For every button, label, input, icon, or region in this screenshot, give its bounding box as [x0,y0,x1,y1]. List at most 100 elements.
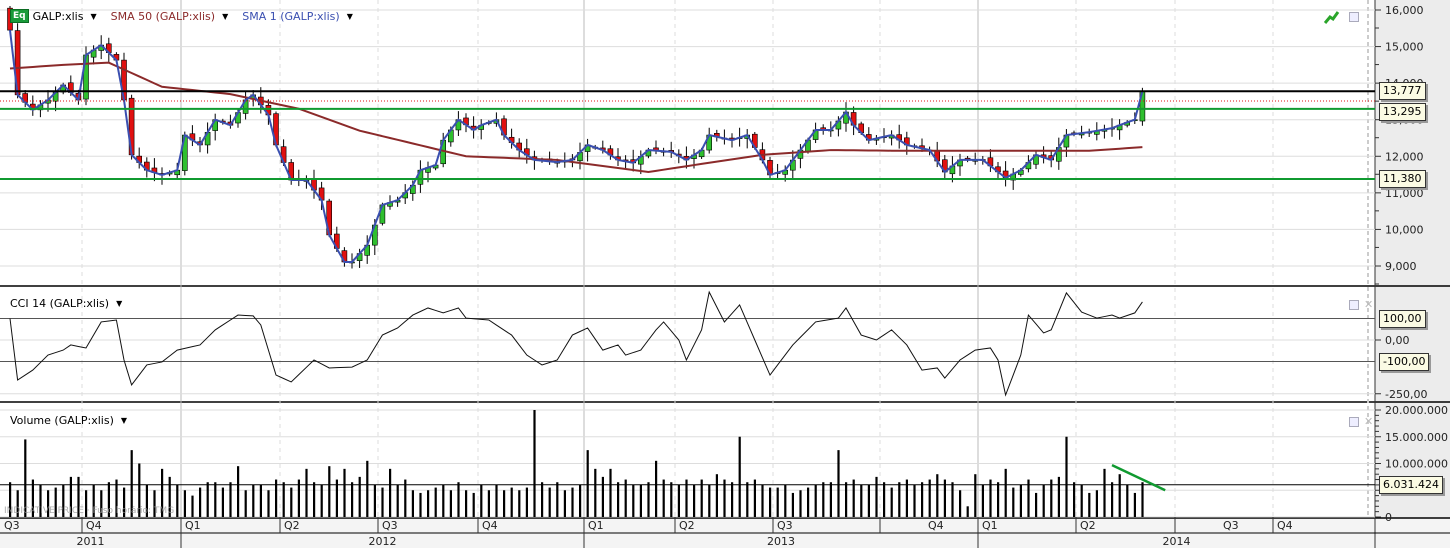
sma50-dropdown-icon[interactable]: ▼ [222,12,228,21]
maximize-volume-panel-button[interactable] [1349,417,1359,427]
volume-bar [1080,484,1083,517]
volume-bar [389,468,392,517]
cci-dropdown-icon[interactable]: ▼ [116,299,122,308]
quarter-label: Q3 [1223,519,1239,532]
close-cci-panel-icon[interactable]: ✕ [1364,299,1373,310]
sma1-line [9,29,1144,263]
volume-dropdown-icon[interactable]: ▼ [121,416,127,425]
price-tick-label: 12,000 [1385,150,1424,163]
quarter-label: Q3 [4,519,20,532]
volume-bar [647,482,650,517]
quarter-label: Q2 [1080,519,1096,532]
volume-bar [351,482,354,517]
volume-bar [1035,492,1038,517]
quarter-label: Q1 [185,519,201,532]
volume-bar [449,490,452,517]
close-volume-panel-icon[interactable]: ✕ [1364,416,1373,427]
volume-bar [845,482,848,517]
volume-tick-label: 20.000.000 [1385,404,1448,417]
volume-legend: Volume (GALP:xlis) ▼ [10,414,127,427]
volume-bar [237,466,240,517]
volume-bar [221,487,224,517]
stock-chart[interactable]: 9,00010,00011,00012,00013,00014,00015,00… [0,0,1450,548]
volume-bar [503,490,506,517]
volume-bar [191,495,194,517]
volume-bar [677,484,680,517]
volume-tick-label: 0 [1385,511,1392,524]
volume-bar [799,490,802,517]
volume-bar [807,487,810,517]
volume-bar [465,490,468,517]
cci-legend: CCI 14 (GALP:xlis) ▼ [10,297,122,310]
volume-bar [981,484,984,517]
volume-bar [814,484,817,517]
volume-bar [1057,476,1060,517]
volume-bar [305,468,308,517]
main-dropdown-icon[interactable]: ▼ [90,12,96,21]
volume-bar [556,482,559,517]
volume-bar [1019,484,1022,517]
volume-bar [419,492,422,517]
price-tick-label: 10,000 [1385,223,1424,236]
cci-tag-upper: 100,00 [1379,309,1426,328]
sma1-dropdown-icon[interactable]: ▼ [347,12,353,21]
volume-bar [176,484,179,517]
volume-bar [860,484,863,517]
volume-bar [533,410,536,517]
legend-volume[interactable]: Volume (GALP:xlis) [10,414,114,427]
volume-bar [267,490,270,517]
volume-bar [1141,482,1144,517]
volume-bar [457,482,460,517]
volume-bar [495,484,498,517]
trend-chart-icon[interactable] [1324,9,1340,25]
volume-bar [913,484,916,517]
cci-line [9,290,1143,397]
volume-bar [966,506,969,517]
volume-bar [1118,474,1121,517]
year-label: 2014 [1163,535,1191,548]
quarter-label: Q1 [982,519,998,532]
volume-bar [890,487,893,517]
volume-bar [366,460,369,517]
volume-bar [244,490,247,517]
legend-main-symbol[interactable]: GALP:xlis [33,10,84,23]
quarter-label: Q3 [777,519,793,532]
quarter-label: Q2 [284,519,300,532]
volume-bar [883,482,886,517]
price-legend: Eq GALP:xlis ▼ SMA 50 (GALP:xlis) ▼ SMA 1 … [10,9,353,23]
volume-bar [951,482,954,517]
volume-bar [579,484,582,517]
equity-badge-icon: Eq [10,9,29,23]
legend-cci[interactable]: CCI 14 (GALP:xlis) [10,297,109,310]
legend-sma50[interactable]: SMA 50 (GALP:xlis) [111,10,215,23]
quarter-label: Q2 [679,519,695,532]
volume-bar [1012,487,1015,517]
volume-bar [784,484,787,517]
volume-bar [769,487,772,517]
volume-bar [229,482,232,517]
volume-bar [427,490,430,517]
volume-tick-label: 15.000.000 [1385,431,1448,444]
volume-bar [708,484,711,517]
quarter-label: Q4 [86,519,102,532]
volume-tick-label: 10.000.000 [1385,458,1448,471]
price-tag-last: 13,777 [1379,82,1426,101]
maximize-cci-panel-button[interactable] [1349,300,1359,310]
volume-bar [1065,436,1068,517]
volume-bar [959,490,962,517]
volume-bar [693,484,696,517]
quarter-label: Q3 [382,519,398,532]
volume-bar [434,487,437,517]
volume-bar [1103,468,1106,517]
volume-bar [715,474,718,517]
volume-bar [518,490,521,517]
volume-bar [563,490,566,517]
legend-sma1[interactable]: SMA 1 (GALP:xlis) [242,10,339,23]
cci-tag-lower: -100,00 [1379,352,1430,371]
maximize-price-panel-button[interactable] [1349,12,1359,22]
volume-bar [541,482,544,517]
volume-bar [252,484,255,517]
year-label: 2013 [767,535,795,548]
volume-bar [936,474,939,517]
volume-bar [259,484,262,517]
